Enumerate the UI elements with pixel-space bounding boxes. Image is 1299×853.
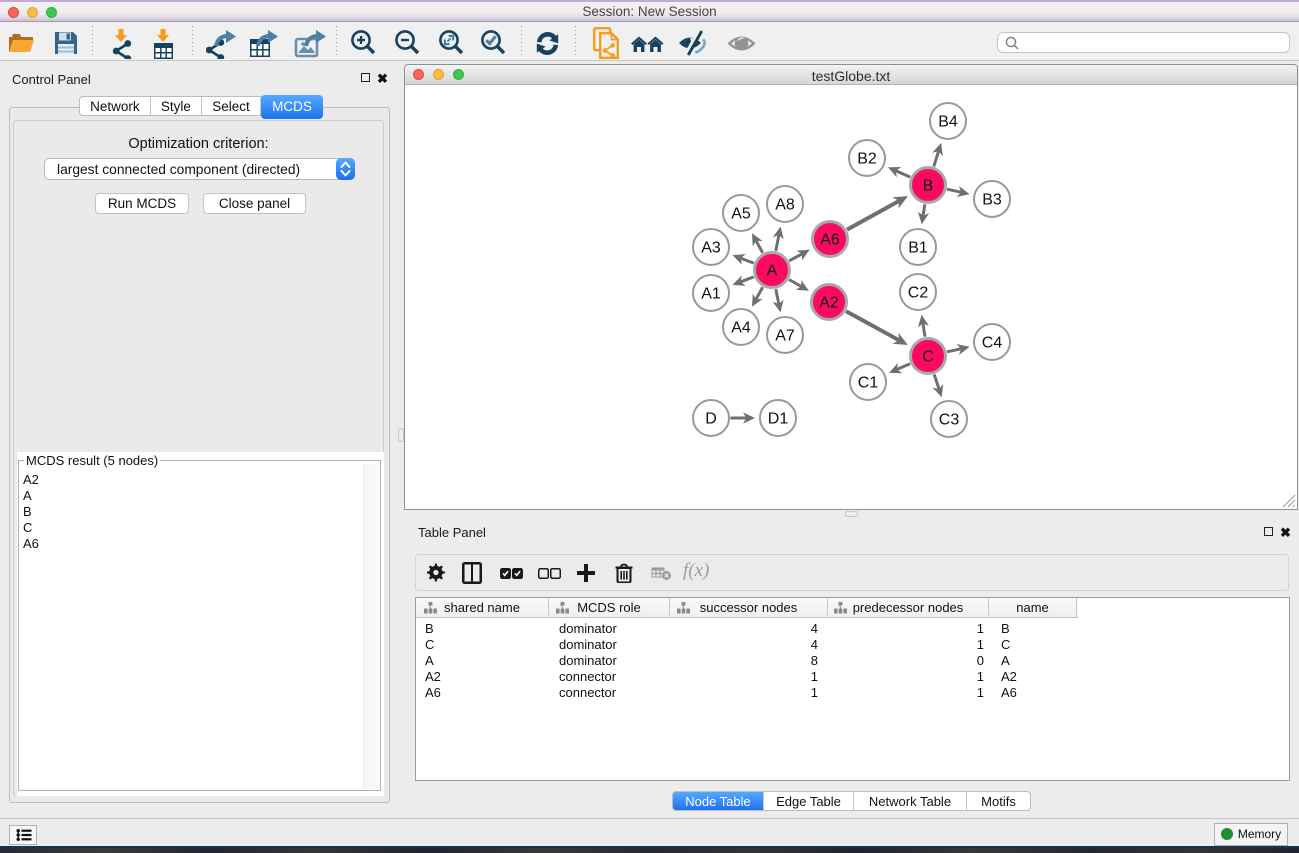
svg-text:B3: B3: [982, 192, 1002, 209]
svg-text:D: D: [705, 411, 717, 428]
svg-text:A1: A1: [701, 286, 721, 303]
svg-text:A3: A3: [701, 240, 721, 257]
svg-text:A7: A7: [775, 328, 795, 345]
svg-text:B2: B2: [857, 151, 877, 168]
svg-text:B4: B4: [938, 114, 958, 131]
svg-text:C4: C4: [982, 335, 1003, 352]
svg-text:A6: A6: [820, 232, 840, 249]
svg-text:A5: A5: [731, 206, 751, 223]
svg-text:B: B: [923, 178, 934, 195]
svg-text:D1: D1: [768, 411, 789, 428]
svg-text:B1: B1: [908, 240, 928, 257]
svg-text:C2: C2: [908, 285, 929, 302]
svg-text:A8: A8: [775, 197, 795, 214]
svg-text:A2: A2: [819, 295, 839, 312]
svg-text:A: A: [767, 263, 778, 280]
svg-text:C3: C3: [939, 412, 960, 429]
svg-text:A4: A4: [731, 320, 751, 337]
svg-text:C1: C1: [858, 375, 879, 392]
svg-text:C: C: [922, 349, 934, 366]
